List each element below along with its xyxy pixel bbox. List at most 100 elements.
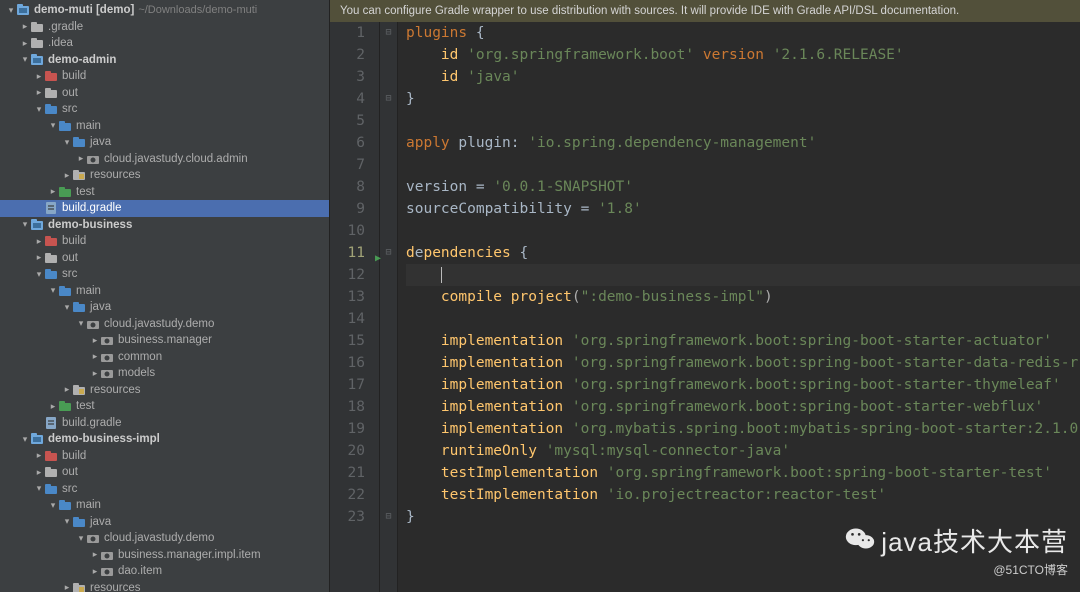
chevron-right-icon[interactable]: ▸ [20, 22, 30, 32]
chevron-right-icon[interactable]: ▸ [90, 335, 100, 345]
code-line[interactable]: sourceCompatibility = '1.8' [406, 198, 1080, 220]
code-line[interactable]: id 'org.springframework.boot' version '2… [406, 44, 1080, 66]
code-line[interactable]: implementation 'org.springframework.boot… [406, 374, 1080, 396]
code-line[interactable] [406, 110, 1080, 132]
code-line[interactable]: version = '0.0.1-SNAPSHOT' [406, 176, 1080, 198]
chevron-right-icon[interactable]: ▸ [34, 467, 44, 477]
chevron-right-icon[interactable]: ▸ [90, 566, 100, 576]
chevron-right-icon[interactable]: ▸ [34, 71, 44, 81]
tree-row[interactable]: ▸out [0, 85, 329, 102]
fold-toggle[interactable]: ⊟ [380, 506, 397, 528]
chevron-down-icon[interactable]: ▾ [62, 137, 72, 147]
chevron-down-icon[interactable]: ▾ [20, 220, 30, 230]
chevron-down-icon[interactable]: ▾ [34, 269, 44, 279]
tree-row[interactable]: ▾src [0, 266, 329, 283]
code-line[interactable]: apply plugin: 'io.spring.dependency-mana… [406, 132, 1080, 154]
chevron-right-icon[interactable]: ▸ [62, 583, 72, 592]
chevron-right-icon[interactable]: ▸ [62, 170, 72, 180]
chevron-right-icon[interactable]: ▸ [76, 154, 86, 164]
tree-row[interactable]: ▸resources [0, 167, 329, 184]
fold-toggle[interactable]: ⊟ [380, 242, 397, 264]
code-line[interactable] [406, 220, 1080, 242]
chevron-down-icon[interactable]: ▾ [76, 319, 86, 329]
chevron-down-icon[interactable]: ▾ [48, 500, 58, 510]
code-line[interactable]: testImplementation 'io.projectreactor:re… [406, 484, 1080, 506]
chevron-down-icon[interactable]: ▾ [20, 434, 30, 444]
tree-row[interactable]: ▾demo-business-impl [0, 431, 329, 448]
code-line[interactable] [406, 154, 1080, 176]
tree-row[interactable]: ▾cloud.javastudy.demo [0, 316, 329, 333]
tree-row[interactable]: ▸cloud.javastudy.cloud.admin [0, 151, 329, 168]
tree-row[interactable]: ▾java [0, 514, 329, 531]
tree-row[interactable]: ▸out [0, 250, 329, 267]
code-line[interactable]: plugins { [406, 22, 1080, 44]
chevron-right-icon[interactable]: ▸ [20, 38, 30, 48]
chevron-right-icon[interactable]: ▸ [34, 451, 44, 461]
tree-row[interactable]: ▾main [0, 497, 329, 514]
chevron-right-icon[interactable]: ▸ [90, 368, 100, 378]
fold-toggle[interactable]: ⊟ [380, 22, 397, 44]
tree-row[interactable]: ▾src [0, 101, 329, 118]
code-area[interactable]: plugins { id 'org.springframework.boot' … [398, 22, 1080, 592]
chevron-down-icon[interactable]: ▾ [62, 517, 72, 527]
chevron-down-icon[interactable]: ▾ [48, 121, 58, 131]
tree-row[interactable]: ▸resources [0, 382, 329, 399]
code-line[interactable]: implementation 'org.springframework.boot… [406, 352, 1080, 374]
tree-row[interactable]: ▸.idea [0, 35, 329, 52]
chevron-right-icon[interactable]: ▸ [34, 236, 44, 246]
tree-row[interactable]: ▸business.manager [0, 332, 329, 349]
code-line[interactable] [406, 264, 1080, 286]
code-line[interactable]: implementation 'org.mybatis.spring.boot:… [406, 418, 1080, 440]
chevron-down-icon[interactable]: ▾ [6, 5, 16, 15]
chevron-right-icon[interactable]: ▸ [62, 385, 72, 395]
tree-row[interactable]: ▸test [0, 184, 329, 201]
chevron-down-icon[interactable]: ▾ [34, 104, 44, 114]
tree-row[interactable]: ▾main [0, 283, 329, 300]
tree-row[interactable]: ▸build [0, 68, 329, 85]
tree-row[interactable]: ▸.gradle [0, 19, 329, 36]
tree-row[interactable]: ▾src [0, 481, 329, 498]
chevron-right-icon[interactable]: ▸ [48, 187, 58, 197]
tree-row[interactable]: ▸build [0, 233, 329, 250]
chevron-down-icon[interactable]: ▾ [76, 533, 86, 543]
tree-row[interactable]: ▸models [0, 365, 329, 382]
fold-gutter[interactable]: ⊟ ⊟ ⊟ ⊟ [380, 22, 398, 592]
tree-row[interactable]: build.gradle [0, 200, 329, 217]
gradle-banner[interactable]: You can configure Gradle wrapper to use … [330, 0, 1080, 22]
tree-row[interactable]: ▸common [0, 349, 329, 366]
code-editor[interactable]: 12345678910▶11121314151617181920212223 ⊟… [330, 22, 1080, 592]
project-tree[interactable]: ▾demo-muti [demo]~/Downloads/demo-muti▸.… [0, 0, 330, 592]
tree-row[interactable]: ▸out [0, 464, 329, 481]
code-line[interactable]: implementation 'org.springframework.boot… [406, 396, 1080, 418]
tree-row[interactable]: ▸dao.item [0, 563, 329, 580]
code-line[interactable]: implementation 'org.springframework.boot… [406, 330, 1080, 352]
chevron-right-icon[interactable]: ▸ [48, 401, 58, 411]
code-line[interactable] [406, 308, 1080, 330]
tree-row[interactable]: ▾demo-business [0, 217, 329, 234]
tree-row[interactable]: ▾demo-admin [0, 52, 329, 69]
tree-row[interactable]: ▾java [0, 299, 329, 316]
chevron-right-icon[interactable]: ▸ [34, 88, 44, 98]
chevron-down-icon[interactable]: ▾ [62, 302, 72, 312]
chevron-right-icon[interactable]: ▸ [34, 253, 44, 263]
fold-toggle[interactable]: ⊟ [380, 88, 397, 110]
code-line[interactable]: testImplementation 'org.springframework.… [406, 462, 1080, 484]
tree-row[interactable]: ▸business.manager.impl.item [0, 547, 329, 564]
chevron-down-icon[interactable]: ▾ [34, 484, 44, 494]
tree-row[interactable]: ▾demo-muti [demo]~/Downloads/demo-muti [0, 2, 329, 19]
tree-row[interactable]: ▾java [0, 134, 329, 151]
tree-row[interactable]: ▸test [0, 398, 329, 415]
tree-row[interactable]: ▾main [0, 118, 329, 135]
chevron-down-icon[interactable]: ▾ [20, 55, 30, 65]
code-line[interactable]: id 'java' [406, 66, 1080, 88]
code-line[interactable]: } [406, 88, 1080, 110]
code-line[interactable]: compile project(":demo-business-impl") [406, 286, 1080, 308]
chevron-down-icon[interactable]: ▾ [48, 286, 58, 296]
chevron-right-icon[interactable]: ▸ [90, 550, 100, 560]
chevron-right-icon[interactable]: ▸ [90, 352, 100, 362]
tree-row[interactable]: ▸resources [0, 580, 329, 592]
run-marker-icon[interactable]: ▶ [375, 248, 381, 270]
tree-row[interactable]: ▸build [0, 448, 329, 465]
code-line[interactable]: runtimeOnly 'mysql:mysql-connector-java' [406, 440, 1080, 462]
tree-row[interactable]: ▾cloud.javastudy.demo [0, 530, 329, 547]
